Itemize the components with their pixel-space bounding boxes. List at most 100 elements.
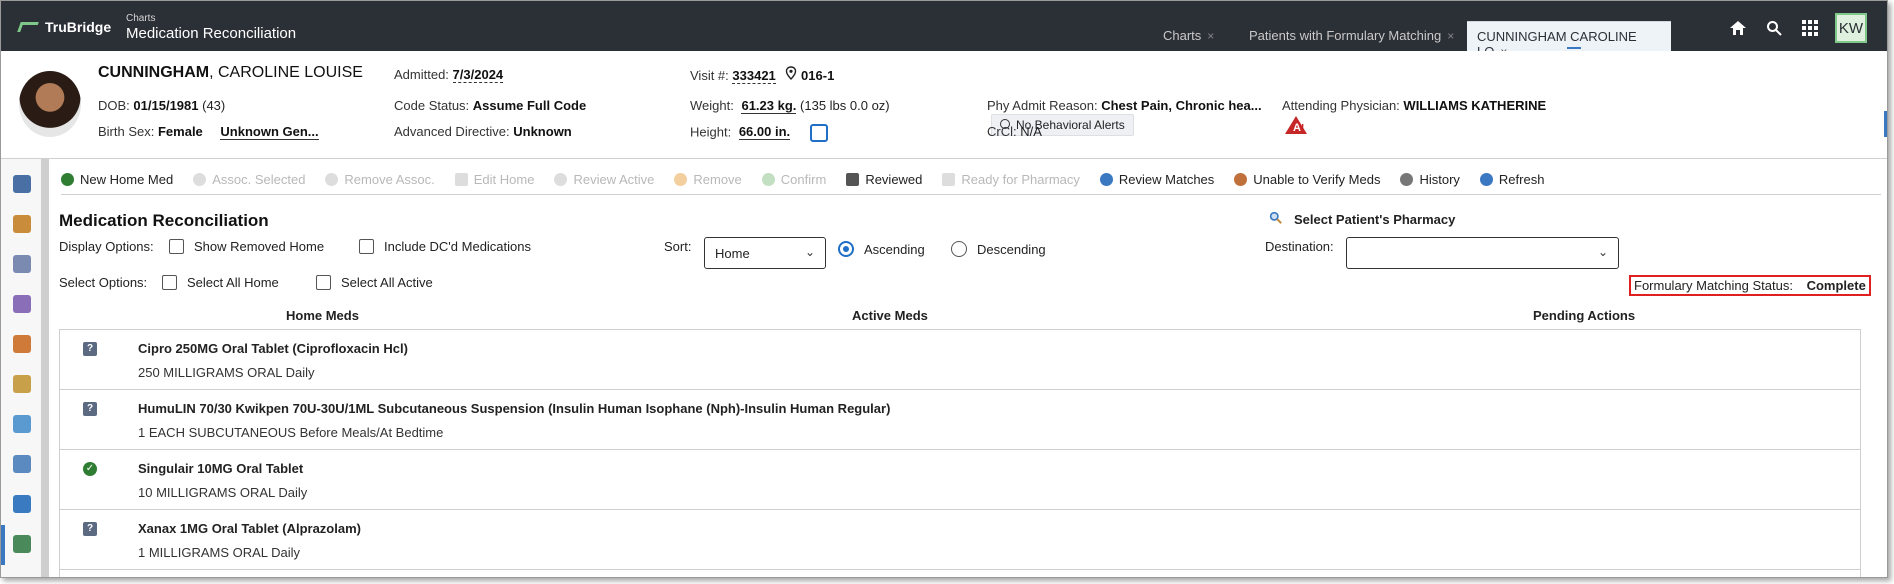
- patient-last-name: CUNNINGHAM: [98, 64, 210, 81]
- radio-button[interactable]: [838, 241, 854, 257]
- attending-field: Attending Physician: WILLIAMS KATHERINE: [1282, 98, 1546, 113]
- plus-circle-icon: [61, 173, 74, 186]
- checkbox[interactable]: [359, 239, 374, 254]
- show-removed-home-checkbox[interactable]: Show Removed Home: [169, 239, 324, 254]
- med-row[interactable]: ? Cipro 250MG Oral Tablet (Ciprofloxacin…: [60, 330, 1860, 390]
- tab-label: Charts: [1163, 28, 1202, 43]
- database-icon[interactable]: [13, 175, 31, 193]
- remove-button[interactable]: Remove: [674, 172, 742, 187]
- destination-label-wrap: Destination:: [1265, 239, 1334, 254]
- search-icon[interactable]: [1763, 17, 1785, 39]
- med-reconciliation-icon[interactable]: [13, 535, 31, 553]
- orders-icon[interactable]: [13, 215, 31, 233]
- checkbox-label: Select All Home: [187, 275, 279, 290]
- button-label: Confirm: [780, 172, 827, 187]
- app-window: TruBridge Charts Medication Reconciliati…: [0, 0, 1888, 578]
- gender-link[interactable]: Unknown Gen...: [220, 124, 319, 140]
- tab-formulary-matching[interactable]: Patients with Formulary Matching ×: [1239, 21, 1464, 51]
- check-icon: [761, 173, 775, 186]
- refresh-button[interactable]: Refresh: [1479, 172, 1544, 187]
- history-button[interactable]: History: [1400, 172, 1460, 187]
- scroll-indicator: [1884, 111, 1887, 137]
- edit-home-button[interactable]: Edit Home: [454, 172, 534, 187]
- checklist-icon[interactable]: [13, 295, 31, 313]
- med-row[interactable]: ✓ Singulair 10MG Oral Tablet 10 MILLIGRA…: [60, 450, 1860, 510]
- visit-number[interactable]: 333421: [732, 68, 776, 84]
- tab-patient[interactable]: CUNNINGHAM CAROLINE LO×: [1467, 21, 1671, 59]
- rail-divider: [41, 159, 49, 577]
- review-matches-button[interactable]: Review Matches: [1099, 172, 1215, 187]
- checkbox[interactable]: [316, 275, 331, 290]
- logo-text: TruBridge: [45, 19, 112, 35]
- admitted-field: Admitted: 7/3/2024: [394, 67, 504, 83]
- admitted-value[interactable]: 7/3/2024: [452, 67, 504, 83]
- med-name: Cipro 250MG Oral Tablet (Ciprofloxacin H…: [138, 341, 408, 356]
- link-icon: [193, 173, 207, 186]
- checkbox-label: Include DC'd Medications: [384, 239, 531, 254]
- top-bar: TruBridge Charts Medication Reconciliati…: [1, 1, 1887, 59]
- chart-icon[interactable]: [13, 335, 31, 353]
- close-icon[interactable]: ×: [1447, 29, 1454, 43]
- fm-status-value: Complete: [1806, 278, 1866, 293]
- button-label: Review Matches: [1118, 172, 1215, 187]
- breadcrumb[interactable]: Charts: [126, 13, 296, 24]
- main-panel: Medication Reconciliation Display Option…: [59, 205, 1887, 577]
- med-name: HumuLIN 70/30 Kwikpen 70U-30U/1ML Subcut…: [138, 401, 891, 416]
- assoc-selected-button[interactable]: Assoc. Selected: [193, 172, 305, 187]
- attending-value: WILLIAMS KATHERINE: [1403, 98, 1547, 113]
- sort-select[interactable]: Home ⌄: [704, 237, 826, 269]
- notes-icon[interactable]: [13, 375, 31, 393]
- column-home-meds: Home Meds: [286, 308, 359, 323]
- measure-icon[interactable]: [809, 124, 828, 142]
- admit-reason-value[interactable]: Chest Pain, Chronic hea...: [1101, 98, 1261, 113]
- lab-flask-icon[interactable]: [13, 415, 31, 433]
- allergy-alert-icon[interactable]: A!: [1284, 115, 1308, 138]
- advanced-directive-label: Advanced Directive:: [394, 124, 510, 139]
- weight-field: Weight: 61.23 kg. (135 lbs 0.0 oz): [690, 98, 890, 114]
- confirm-button[interactable]: Confirm: [761, 172, 827, 187]
- birth-sex-label: Birth Sex:: [98, 124, 155, 139]
- new-home-med-button[interactable]: New Home Med: [61, 172, 173, 187]
- med-row[interactable]: ? HumuLIN 70/30 Kwikpen 70U-30U/1ML Subc…: [60, 390, 1860, 450]
- crcl-field: CrCl: N/A: [987, 124, 1042, 139]
- radio-button[interactable]: [951, 241, 967, 257]
- dob-label: DOB:: [98, 98, 130, 113]
- documents-icon[interactable]: [13, 255, 31, 273]
- care-plan-icon[interactable]: [13, 455, 31, 473]
- sort-value: Home: [715, 246, 750, 261]
- tab-charts[interactable]: Charts ×: [1153, 21, 1224, 51]
- user-avatar[interactable]: KW: [1835, 13, 1867, 43]
- med-row[interactable]: ? Xanax 1MG Oral Tablet (Alprazolam) 1 M…: [60, 510, 1860, 570]
- unverified-status-icon: ?: [83, 342, 97, 356]
- verified-check-icon: ✓: [83, 462, 97, 476]
- select-all-active-checkbox[interactable]: Select All Active: [316, 275, 433, 290]
- svg-text:A: A: [1293, 122, 1301, 134]
- button-label: New Home Med: [80, 172, 174, 187]
- select-pharmacy-link[interactable]: Select Patient's Pharmacy: [1269, 211, 1455, 227]
- document-check-icon: [846, 173, 860, 186]
- descending-radio[interactable]: Descending: [951, 241, 1046, 257]
- sort-label-wrap: Sort:: [664, 239, 691, 254]
- reviewed-button[interactable]: Reviewed: [846, 172, 922, 187]
- ascending-radio[interactable]: Ascending: [838, 241, 925, 257]
- close-icon[interactable]: ×: [1207, 29, 1214, 43]
- tab-label: Patients with Formulary Matching: [1249, 28, 1442, 43]
- review-active-button[interactable]: Review Active: [554, 172, 654, 187]
- checkbox[interactable]: [169, 239, 184, 254]
- weight-value[interactable]: 61.23 kg.: [741, 98, 797, 114]
- destination-select[interactable]: ⌄: [1346, 237, 1619, 269]
- weight-lbs-value: (135 lbs 0.0 oz): [800, 98, 890, 113]
- dob-field: DOB: 01/15/1981 (43): [98, 98, 225, 113]
- select-all-home-checkbox[interactable]: Select All Home: [162, 275, 279, 290]
- home-icon[interactable]: [1727, 17, 1749, 39]
- checkbox[interactable]: [162, 275, 177, 290]
- ready-for-pharmacy-button[interactable]: Ready for Pharmacy: [942, 172, 1080, 187]
- svg-text:!: !: [1301, 123, 1304, 134]
- dob-value: 01/15/1981: [133, 98, 199, 113]
- medical-kit-icon[interactable]: [13, 495, 31, 513]
- apps-grid-icon[interactable]: [1799, 17, 1821, 39]
- include-dc-checkbox[interactable]: Include DC'd Medications: [359, 239, 531, 254]
- unable-to-verify-button[interactable]: Unable to Verify Meds: [1234, 172, 1380, 187]
- remove-assoc-button[interactable]: Remove Assoc.: [325, 172, 435, 187]
- height-value[interactable]: 66.00 in.: [738, 124, 791, 141]
